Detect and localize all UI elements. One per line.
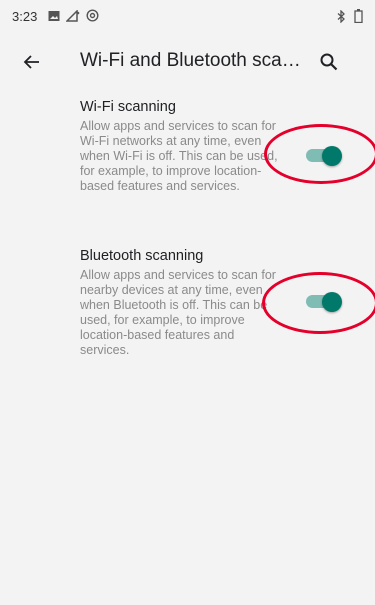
status-time: 3:23 xyxy=(12,9,38,24)
status-icons-left xyxy=(48,9,99,27)
back-button[interactable] xyxy=(20,50,44,74)
setting-title: Bluetooth scanning xyxy=(80,248,204,264)
signal-icon xyxy=(65,9,80,27)
app-bar: Wi-Fi and Bluetooth sca… xyxy=(0,34,375,90)
search-icon xyxy=(317,53,341,78)
setting-wifi-scanning[interactable]: Wi-Fi scanning Allow apps and services t… xyxy=(80,99,280,194)
setting-bluetooth-scanning[interactable]: Bluetooth scanning Allow apps and servic… xyxy=(80,248,280,358)
battery-icon xyxy=(354,9,363,28)
annotation-circle-bluetooth xyxy=(262,272,375,334)
page-title: Wi-Fi and Bluetooth sca… xyxy=(80,50,301,71)
annotation-circle-wifi xyxy=(264,124,375,184)
arrow-back-icon xyxy=(20,55,44,78)
status-bar: 3:23 xyxy=(0,0,375,34)
search-button[interactable] xyxy=(317,50,341,74)
setting-summary: Allow apps and services to scan for Wi-F… xyxy=(80,119,278,193)
at-icon xyxy=(86,9,99,27)
setting-title: Wi-Fi scanning xyxy=(80,99,176,115)
status-icons-right xyxy=(336,8,363,28)
setting-summary: Allow apps and services to scan for near… xyxy=(80,268,276,357)
bluetooth-icon xyxy=(336,8,346,28)
image-icon xyxy=(48,9,60,27)
